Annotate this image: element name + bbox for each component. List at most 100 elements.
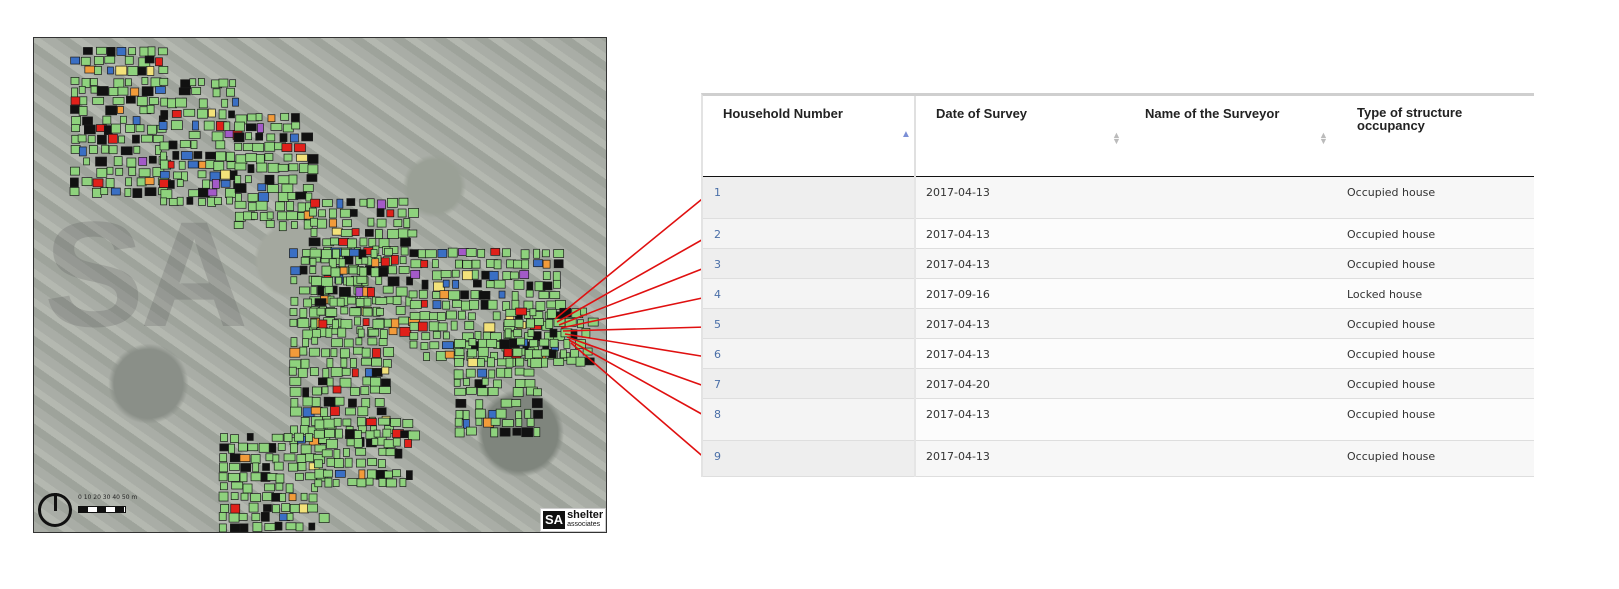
household-plot[interactable]: [218, 512, 227, 521]
household-plot[interactable]: [273, 461, 284, 471]
household-plot[interactable]: [409, 300, 422, 309]
household-plot[interactable]: [549, 291, 561, 299]
household-plot[interactable]: [208, 108, 216, 118]
table-row[interactable]: 6 2017-04-13 Occupied house: [703, 338, 1534, 369]
household-plot[interactable]: [490, 417, 501, 426]
household-plot[interactable]: [499, 427, 511, 437]
household-plot[interactable]: [299, 308, 308, 318]
household-plot[interactable]: [408, 430, 420, 441]
household-plot[interactable]: [225, 188, 236, 198]
household-plot[interactable]: [310, 367, 319, 376]
household-plot[interactable]: [398, 316, 410, 325]
household-plot[interactable]: [300, 358, 310, 369]
household-plot[interactable]: [357, 406, 369, 417]
household-plot[interactable]: [247, 164, 255, 173]
household-plot[interactable]: [277, 163, 289, 172]
household-plot[interactable]: [384, 470, 393, 479]
household-plot[interactable]: [442, 279, 450, 288]
household-plot[interactable]: [365, 418, 377, 426]
household-plot[interactable]: [443, 331, 450, 340]
household-plot[interactable]: [176, 179, 184, 187]
household-plot[interactable]: [439, 290, 450, 299]
household-plot[interactable]: [526, 318, 535, 329]
household-plot[interactable]: [380, 257, 390, 267]
household-plot[interactable]: [350, 387, 360, 396]
household-plot[interactable]: [488, 369, 496, 379]
household-plot[interactable]: [299, 265, 308, 275]
household-plot[interactable]: [436, 312, 446, 321]
household-plot[interactable]: [125, 177, 132, 187]
household-plot[interactable]: [563, 338, 571, 349]
household-plot[interactable]: [181, 151, 193, 160]
household-plot[interactable]: [312, 386, 322, 396]
household-plot[interactable]: [219, 453, 228, 462]
household-plot[interactable]: [354, 316, 361, 326]
household-plot[interactable]: [394, 448, 403, 459]
household-plot[interactable]: [178, 160, 186, 170]
household-plot[interactable]: [213, 161, 225, 171]
household-plot[interactable]: [410, 269, 421, 279]
household-plot[interactable]: [432, 300, 442, 310]
household-plot[interactable]: [513, 329, 523, 338]
household-plot[interactable]: [490, 247, 501, 256]
household-plot[interactable]: [265, 220, 275, 228]
household-plot[interactable]: [211, 131, 224, 142]
household-plot[interactable]: [321, 249, 332, 260]
household-plot[interactable]: [285, 483, 294, 494]
household-plot[interactable]: [160, 97, 169, 107]
household-plot[interactable]: [147, 124, 157, 135]
household-plot[interactable]: [366, 198, 375, 209]
household-plot[interactable]: [493, 279, 506, 289]
household-plot[interactable]: [395, 286, 408, 297]
household-plot[interactable]: [110, 187, 121, 196]
household-plot[interactable]: [70, 77, 80, 85]
household-plot[interactable]: [523, 368, 535, 377]
household-plot[interactable]: [250, 472, 262, 482]
household-plot[interactable]: [117, 106, 124, 114]
household-plot[interactable]: [258, 192, 269, 202]
household-plot[interactable]: [277, 443, 286, 451]
household-plot[interactable]: [125, 124, 135, 133]
household-plot[interactable]: [359, 237, 368, 247]
household-plot[interactable]: [239, 454, 251, 462]
household-plot[interactable]: [289, 386, 302, 397]
settlement-map[interactable]: SA 0 10 20 30 40 50 m SA shelter associa…: [33, 37, 607, 533]
household-plot[interactable]: [387, 229, 399, 239]
household-plot[interactable]: [553, 318, 566, 327]
household-plot[interactable]: [70, 56, 81, 65]
household-plot[interactable]: [370, 377, 381, 387]
household-plot[interactable]: [235, 154, 248, 165]
household-plot[interactable]: [290, 276, 298, 285]
household-plot[interactable]: [367, 337, 378, 346]
household-plot[interactable]: [218, 491, 229, 502]
household-plot[interactable]: [190, 140, 198, 149]
household-plot[interactable]: [348, 398, 357, 408]
household-plot[interactable]: [477, 248, 486, 258]
household-plot[interactable]: [71, 116, 81, 126]
household-plot[interactable]: [321, 348, 331, 358]
household-plot[interactable]: [130, 87, 140, 97]
household-plot[interactable]: [378, 266, 389, 277]
household-plot[interactable]: [321, 277, 334, 287]
household-plot[interactable]: [392, 469, 401, 478]
household-plot[interactable]: [454, 358, 464, 367]
household-plot[interactable]: [382, 359, 392, 368]
household-plot[interactable]: [359, 266, 368, 277]
household-plot[interactable]: [281, 503, 291, 512]
household-plot[interactable]: [379, 386, 391, 394]
household-plot[interactable]: [198, 78, 205, 86]
household-plot[interactable]: [360, 386, 370, 395]
household-plot[interactable]: [90, 78, 98, 86]
household-plot[interactable]: [356, 478, 367, 488]
household-plot[interactable]: [355, 337, 363, 346]
household-plot[interactable]: [279, 133, 288, 142]
household-plot[interactable]: [535, 301, 546, 311]
household-plot[interactable]: [228, 110, 235, 119]
household-plot[interactable]: [464, 321, 475, 330]
household-plot[interactable]: [333, 449, 341, 459]
household-plot[interactable]: [356, 458, 366, 468]
household-plot[interactable]: [302, 387, 310, 398]
household-plot[interactable]: [215, 140, 226, 150]
household-plot[interactable]: [477, 368, 488, 378]
household-plot[interactable]: [155, 57, 163, 67]
